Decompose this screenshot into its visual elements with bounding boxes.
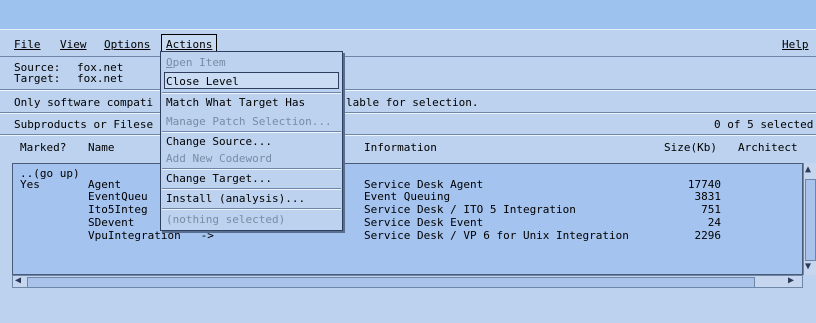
- menu-item-close-level[interactable]: Close Level: [166, 75, 239, 88]
- row-size: 751: [701, 203, 721, 216]
- row-name: SDevent: [88, 216, 135, 229]
- row-info: Event Queuing: [364, 190, 451, 203]
- scroll-left-icon[interactable]: ◀: [15, 276, 21, 286]
- row-name: EventQueu: [88, 190, 148, 203]
- column-architecture[interactable]: Architect: [738, 141, 798, 154]
- menu-actions-label: Actions: [166, 38, 213, 51]
- menu-item-label: pen Item: [172, 56, 226, 69]
- subproducts-label: Subproducts or Filese: [14, 118, 154, 131]
- menu-separator: [162, 92, 341, 94]
- menu-file-label: File: [14, 38, 41, 51]
- menu-separator: [162, 168, 341, 170]
- info-message-end: lable for selection.: [346, 96, 479, 109]
- row-info: Service Desk Event: [364, 216, 484, 229]
- vertical-scrollbar[interactable]: ▲ ▼: [803, 163, 816, 275]
- menu-item-manage-patch[interactable]: Manage Patch Selection...: [166, 115, 332, 128]
- window-top-band: [0, 0, 816, 29]
- separator: [0, 112, 816, 114]
- menu-bar: File View Options Actions Help: [0, 29, 816, 57]
- row-size: 24: [707, 216, 721, 229]
- vertical-scroll-thumb[interactable]: [805, 179, 816, 261]
- row-size: 2296: [694, 229, 722, 242]
- row-info: Service Desk / ITO 5 Integration: [364, 203, 576, 216]
- subproducts-list[interactable]: ..(go up) Yes Agent Service Desk Agent 1…: [12, 163, 803, 275]
- selection-count: 0 of 5 selected: [714, 118, 814, 131]
- menu-help-label: Help: [782, 38, 809, 51]
- menu-view[interactable]: View: [60, 38, 87, 51]
- menu-item-change-target[interactable]: Change Target...: [166, 172, 272, 185]
- scroll-down-icon[interactable]: ▼: [805, 262, 811, 272]
- actions-menu: Open Item Close Level Match What Target …: [160, 51, 343, 231]
- row-info: Service Desk / VP 6 for Unix Integration: [364, 229, 629, 242]
- target-value: fox.net: [77, 72, 124, 85]
- menu-separator: [162, 131, 341, 133]
- scroll-right-icon[interactable]: ▶: [788, 276, 794, 286]
- column-size[interactable]: Size(Kb): [664, 141, 717, 154]
- column-information[interactable]: Information: [364, 141, 437, 154]
- row-marked: Yes: [20, 178, 40, 191]
- menu-options[interactable]: Options: [104, 38, 150, 51]
- info-message-start: Only software compati: [14, 96, 154, 109]
- scroll-up-icon[interactable]: ▲: [805, 165, 811, 175]
- horizontal-scrollbar[interactable]: ◀ ▶: [12, 275, 803, 288]
- menu-help[interactable]: Help: [782, 38, 809, 51]
- target-label: Target:: [14, 72, 61, 85]
- row-size: 3831: [694, 190, 722, 203]
- menu-item-install[interactable]: Install (analysis)...: [166, 192, 305, 205]
- menu-item-match-target[interactable]: Match What Target Has: [166, 96, 305, 109]
- row-name: Ito5Integ: [88, 203, 148, 216]
- column-name[interactable]: Name: [88, 141, 115, 154]
- separator: [0, 134, 816, 136]
- menu-options-label: Options: [104, 38, 151, 51]
- menu-separator: [162, 208, 341, 210]
- menu-file[interactable]: File: [14, 38, 41, 51]
- separator: [0, 89, 816, 91]
- column-marked[interactable]: Marked?: [20, 141, 66, 154]
- menu-view-label: View: [60, 38, 87, 51]
- horizontal-scroll-thumb[interactable]: [27, 277, 755, 288]
- menu-separator: [162, 188, 341, 190]
- menu-item-open-item[interactable]: Open Item: [166, 56, 226, 69]
- menu-item-change-source[interactable]: Change Source...: [166, 135, 272, 148]
- menu-item-add-codeword[interactable]: Add New Codeword: [166, 152, 272, 165]
- menu-item-nothing-selected: (nothing selected): [166, 213, 286, 226]
